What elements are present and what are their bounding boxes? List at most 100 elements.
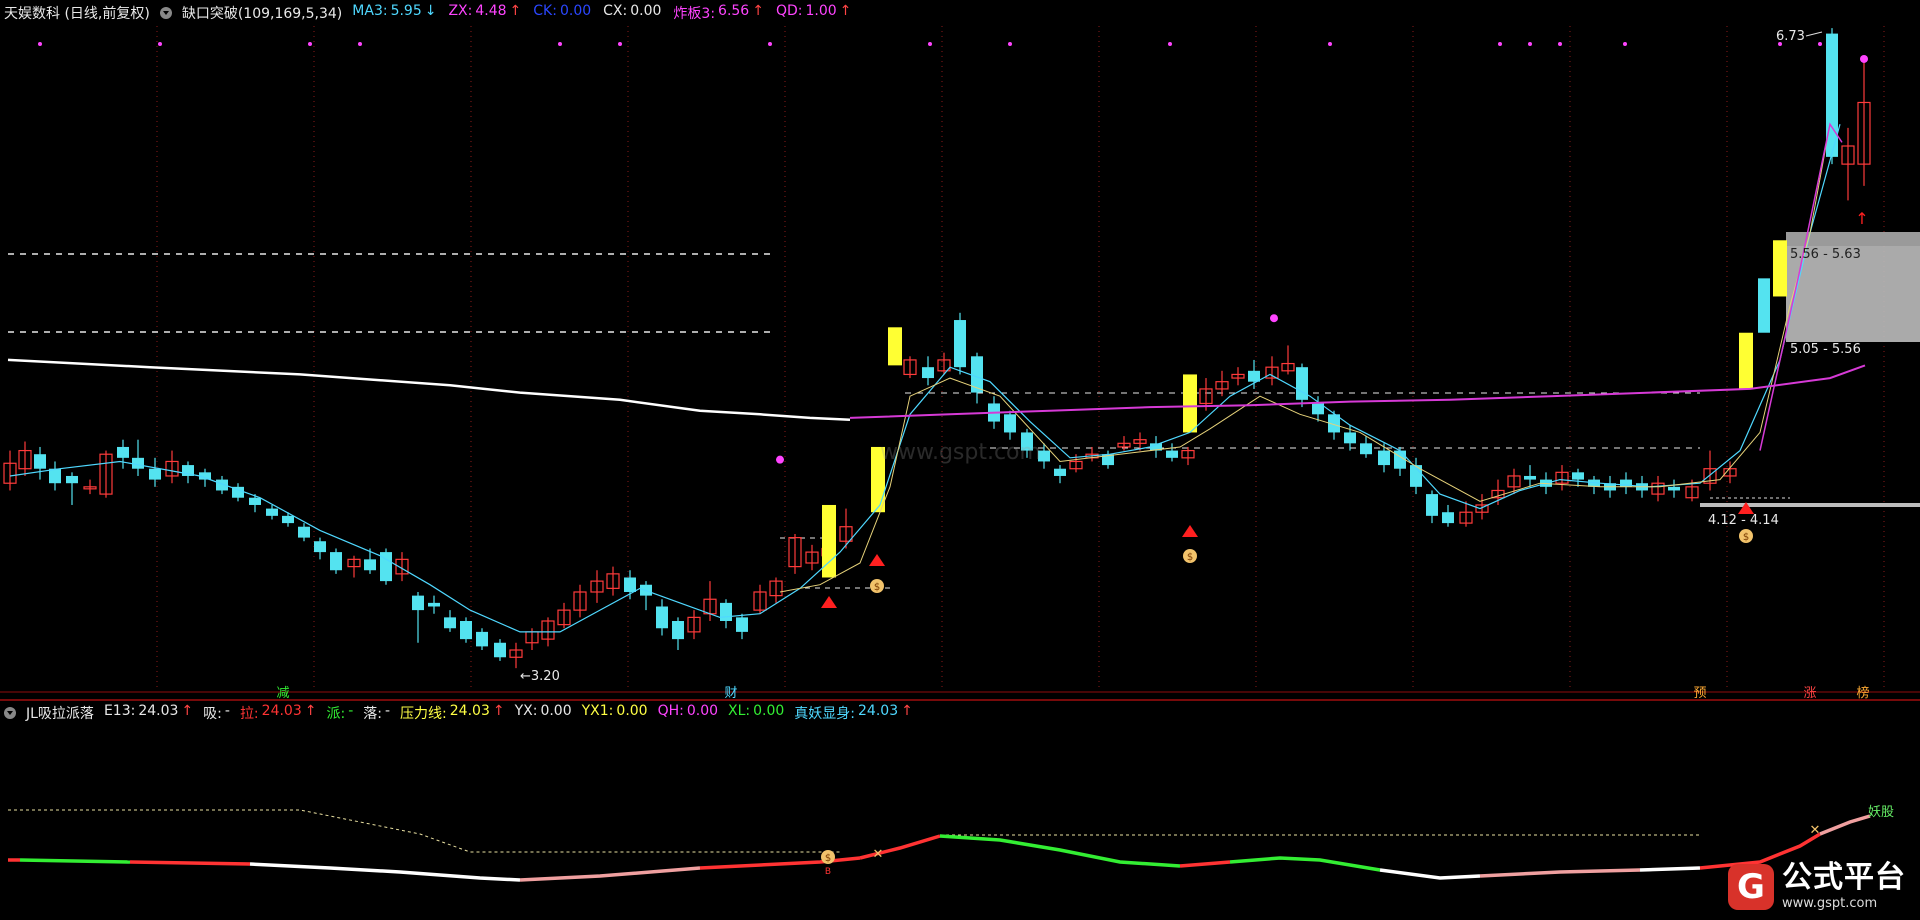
- top-signal-dot: [1328, 42, 1332, 46]
- gspt-logo-icon: G: [1728, 863, 1774, 910]
- signal-dot: [776, 455, 784, 464]
- top-signal-dot: [1498, 42, 1502, 46]
- indicator-dropdown-icon[interactable]: [4, 707, 16, 719]
- candle-body: [1166, 450, 1178, 458]
- watermark-title: 公式平台: [1782, 860, 1906, 895]
- high-price-label: 6.73: [1776, 29, 1805, 44]
- money-bag-icon: $: [825, 853, 831, 864]
- ind-legend-item: 真妖显身: 24.03 ↑: [794, 703, 913, 722]
- candle-body: [1524, 475, 1536, 480]
- candle-body: [149, 468, 161, 480]
- indicator-dropdown-icon[interactable]: [159, 7, 172, 19]
- main-legend-item: MA3: 5.95 ↓: [352, 3, 436, 23]
- cross-marker-icon: ✕: [873, 847, 884, 862]
- candle-body: [1442, 512, 1454, 524]
- candle-body: [132, 457, 144, 469]
- candle-body: [117, 446, 129, 458]
- low-price-label: ←3.20: [520, 669, 560, 684]
- bottom-marker: 榜: [1856, 685, 1869, 701]
- top-signal-dot: [38, 42, 42, 46]
- top-signal-dot: [308, 42, 312, 46]
- indicator-line-segment: [1229, 856, 1381, 872]
- indicator-line-segment: [129, 860, 251, 866]
- top-signal-dot: [768, 42, 772, 46]
- candle-body: [364, 559, 376, 571]
- trend-arrow-icon: ↑: [492, 703, 505, 719]
- trend-arrow-icon: ↑: [509, 3, 522, 19]
- bottom-marker: 涨: [1803, 686, 1816, 701]
- indicator-legend: JL吸拉派落 E13: 24.03 ↑ 吸: - 拉: 24.03 ↑ 派: - 落: - 压力线: 24…: [0, 700, 913, 726]
- indicator-line-segment: [1479, 868, 1641, 878]
- long-ma-line: [7, 358, 851, 422]
- signal-candle: [1183, 374, 1197, 433]
- candle-body: [971, 356, 983, 393]
- zone-mid-label: 5.05 - 5.56: [1790, 342, 1861, 357]
- candle-body: [720, 602, 732, 622]
- bottom-marker: 财: [724, 686, 737, 701]
- ind-legend-item: 拉: 24.03 ↑: [239, 703, 317, 722]
- indicator-title[interactable]: JL吸拉派落: [26, 703, 94, 723]
- candle-body: [1248, 370, 1260, 382]
- signal-dot: [1860, 54, 1868, 63]
- top-signal-dot: [558, 42, 562, 46]
- candle-body: [444, 617, 456, 629]
- candle-body: [656, 606, 668, 629]
- candle-body: [1378, 450, 1390, 466]
- signal-candle: [1739, 332, 1753, 389]
- money-bag-icon: $: [1187, 552, 1193, 563]
- indicator-line-segment: [1179, 860, 1231, 868]
- main-legend-item: ZX: 4.48 ↑: [448, 3, 521, 23]
- main-legend-item: CK: 0.00: [533, 3, 592, 19]
- candle-body: [736, 617, 748, 632]
- candle-body: [266, 508, 278, 516]
- indicator-line-segment: [519, 866, 701, 882]
- top-signal-dot: [928, 42, 932, 46]
- candle-body: [34, 454, 46, 469]
- top-signal-dot: [158, 42, 162, 46]
- trend-arrow-icon: ↓: [424, 3, 437, 19]
- watermark-url: www.gspt.com: [1782, 896, 1878, 911]
- candle-body: [672, 621, 684, 640]
- ind-legend-item: 吸: -: [203, 703, 230, 722]
- main-legend-item: QD: 1.00 ↑: [776, 3, 851, 23]
- ind-legend-item: E13: 24.03 ↑: [104, 703, 193, 723]
- yaogu-label: 妖股: [1868, 805, 1894, 820]
- stock-title[interactable]: 天娱数科 (日线,前复权): [4, 3, 150, 23]
- candle-body: [494, 642, 506, 658]
- money-bag-icon: $: [874, 582, 880, 593]
- top-signal-dot: [1008, 42, 1012, 46]
- buy-triangle-icon: [869, 554, 885, 566]
- indicator-line-segment: [1819, 814, 1871, 836]
- candle-body: [298, 526, 310, 538]
- money-bag-icon: $: [1743, 532, 1749, 543]
- main-legend-item: 炸板3: 6.56 ↑: [673, 3, 764, 22]
- trend-arrow-icon: ↑: [304, 703, 317, 719]
- indicator-name[interactable]: 缺口突破(109,169,5,34): [182, 3, 342, 23]
- up-arrow-icon: ↑: [1855, 209, 1868, 228]
- candle-body: [1054, 468, 1066, 476]
- candle-body: [1668, 486, 1680, 491]
- gspt-watermark: G 公式平台 www.gspt.com: [1728, 863, 1906, 910]
- site-watermark: www.gspt.com: [880, 440, 1041, 465]
- indicator-line-segment: [939, 834, 1181, 868]
- indicator-line-segment: [699, 856, 861, 870]
- candle-body: [412, 595, 424, 611]
- top-signal-dot: [1528, 42, 1532, 46]
- trend-arrow-icon: ↑: [181, 703, 194, 719]
- cross-marker-icon: ✕: [1810, 823, 1821, 838]
- candle-body: [428, 602, 440, 607]
- candle-body: [922, 367, 934, 379]
- top-signal-dot: [358, 42, 362, 46]
- top-signal-dot: [1168, 42, 1172, 46]
- candle-body: [1758, 278, 1770, 333]
- price-zone-box: [1700, 503, 1920, 507]
- indicator-line-segment: [249, 862, 521, 882]
- candle-body: [314, 541, 326, 553]
- candle-body: [1426, 494, 1438, 516]
- bottom-marker: 预: [1693, 686, 1706, 701]
- candle-body: [1572, 472, 1584, 480]
- candle-body: [476, 631, 488, 647]
- ind-legend-item: 落: -: [363, 703, 391, 722]
- zone-low-label: 4.12 - 4.14: [1708, 513, 1779, 528]
- ind-legend-item: QH: 0.00: [657, 703, 719, 719]
